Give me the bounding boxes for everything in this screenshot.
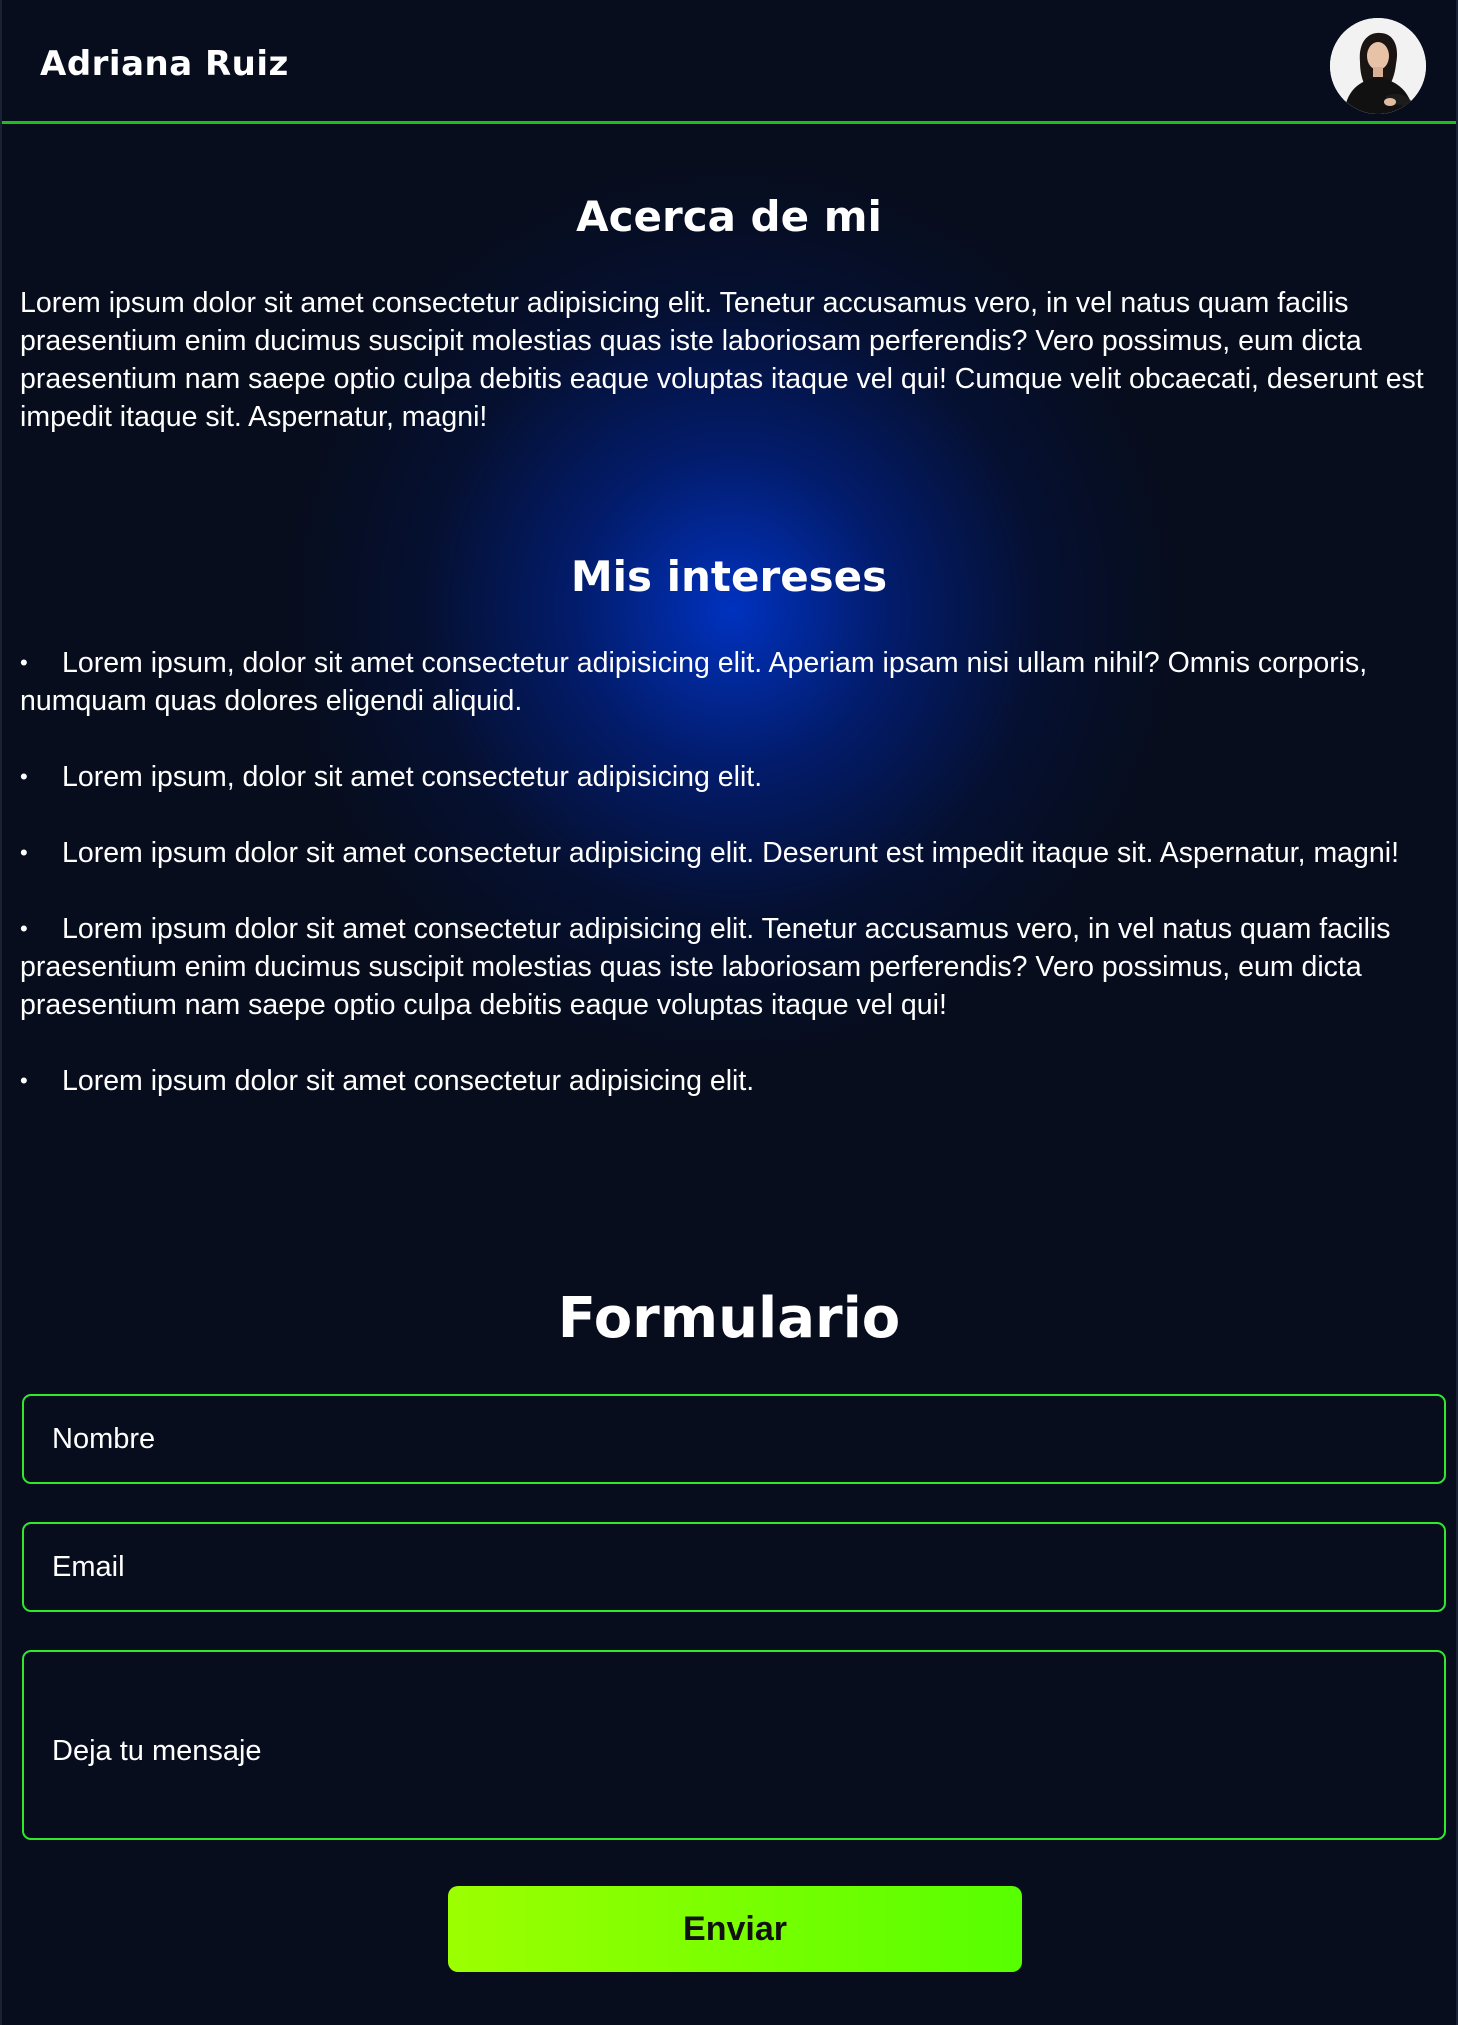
interests-list: • Lorem ipsum, dolor sit amet consectetur… — [20, 644, 1440, 1138]
list-item: • Lorem ipsum, dolor sit amet consectetur… — [20, 758, 1440, 796]
header: Adriana Ruiz — [2, 0, 1456, 124]
list-item-text: Lorem ipsum, dolor sit amet consectetur … — [20, 647, 1368, 717]
list-item-text: Lorem ipsum dolor sit amet consectetur a… — [62, 837, 1399, 869]
interests-title: Mis intereses — [570, 552, 888, 601]
list-item: • Lorem ipsum dolor sit amet consectetur … — [20, 834, 1440, 872]
bullet-icon: • — [20, 916, 28, 941]
brand-name: Adriana Ruiz — [40, 44, 289, 84]
page: Adriana Ruiz Acerca de mi Lorem ipsum do… — [0, 0, 1458, 2025]
message-textarea[interactable] — [22, 1650, 1446, 1840]
about-text: Lorem ipsum dolor sit amet consectetur a… — [20, 287, 1424, 433]
list-item-text: Lorem ipsum, dolor sit amet consectetur … — [62, 761, 763, 793]
bullet-icon: • — [20, 1068, 28, 1093]
bullet-icon: • — [20, 650, 28, 675]
list-item: • Lorem ipsum dolor sit amet consectetur … — [20, 1062, 1440, 1100]
name-input[interactable] — [22, 1394, 1446, 1484]
bullet-icon: • — [20, 764, 28, 789]
about-title: Acerca de mi — [576, 192, 882, 241]
bullet-icon: • — [20, 840, 28, 865]
list-item: • Lorem ipsum, dolor sit amet consectetur… — [20, 644, 1440, 720]
avatar — [1330, 18, 1426, 114]
list-item-text: Lorem ipsum dolor sit amet consectetur a… — [20, 913, 1391, 1021]
list-item: • Lorem ipsum dolor sit amet consectetur … — [20, 910, 1440, 1024]
submit-button[interactable]: Enviar — [448, 1886, 1022, 1972]
form-title: Formulario — [557, 1286, 901, 1351]
profile-photo-icon — [1330, 18, 1426, 114]
email-input[interactable] — [22, 1522, 1446, 1612]
list-item-text: Lorem ipsum dolor sit amet consectetur a… — [62, 1065, 755, 1097]
